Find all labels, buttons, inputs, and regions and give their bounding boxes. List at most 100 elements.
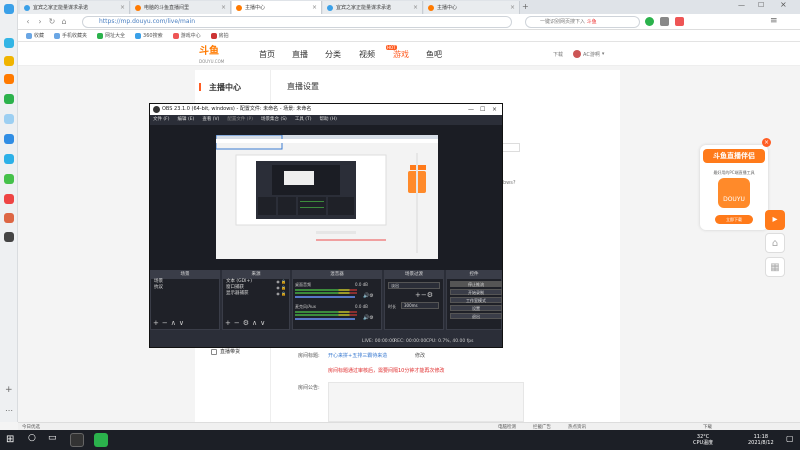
bookmark[interactable]: 360搜索	[135, 32, 163, 39]
promo-image: DOUYU	[718, 178, 750, 208]
edit-link[interactable]: 修改	[415, 352, 425, 359]
windows-start-icon[interactable]: ⊞	[6, 434, 18, 446]
refresh-icon[interactable]: ↻	[46, 17, 58, 26]
close-icon[interactable]: ×	[221, 4, 226, 11]
sidebar-app-icon[interactable]	[4, 134, 14, 144]
download-button[interactable]: 立即下载	[715, 215, 753, 224]
browser-tab[interactable]: 宜宾之家正能量谋求承诺 ×	[323, 1, 423, 14]
nav-fishbar[interactable]: 鱼吧	[426, 49, 442, 60]
settings-button[interactable]: 设置	[450, 305, 502, 311]
nav-category[interactable]: 分类	[325, 49, 341, 60]
play-circle-icon[interactable]: ▸	[765, 210, 785, 230]
new-tab-button[interactable]: +	[522, 2, 529, 11]
clock[interactable]: 11:18 2021/8/12	[748, 434, 774, 446]
menu-edit[interactable]: 编辑 (E)	[178, 115, 195, 125]
sidebar-app-icon[interactable]	[4, 232, 14, 242]
sidebar-app-icon[interactable]	[4, 154, 14, 164]
menu-view[interactable]: 查看 (V)	[202, 115, 219, 125]
duration-input[interactable]: 300ms	[401, 302, 439, 309]
nav-game[interactable]: 游戏	[393, 49, 409, 60]
bookmark[interactable]: 房拍	[210, 32, 229, 39]
extension-icon[interactable]	[645, 17, 654, 26]
close-icon[interactable]: ×	[762, 138, 771, 147]
close-button[interactable]: ×	[492, 104, 497, 115]
bookmark[interactable]: 网址大全	[97, 32, 125, 39]
sidebar-app-icon[interactable]	[4, 94, 14, 104]
sidebar-app-icon[interactable]	[4, 56, 14, 66]
minimize-button[interactable]: —	[468, 104, 474, 115]
maximize-button[interactable]: ☐	[480, 104, 485, 115]
obs-app-icon[interactable]	[70, 433, 84, 447]
qr-icon[interactable]: ▦	[765, 257, 785, 277]
volume-slider[interactable]	[295, 318, 355, 320]
maximize-button[interactable]: ☐	[758, 1, 764, 9]
announcement-textarea[interactable]	[328, 382, 524, 422]
volume-slider[interactable]	[295, 296, 355, 298]
sidebar-app-icon[interactable]	[4, 38, 14, 48]
menu-profile[interactable]: 配置文件 (P)	[227, 115, 253, 125]
sidebar-item-live-shopping[interactable]: 直播带货	[211, 348, 240, 355]
browser-tab[interactable]: 主播中心 ×	[232, 1, 322, 14]
exit-button[interactable]: 退出	[450, 313, 502, 319]
sidebar-app-icon[interactable]	[4, 114, 14, 124]
bookmark[interactable]: 手机收藏夹	[54, 32, 87, 39]
menu-icon[interactable]: ≡	[770, 16, 778, 26]
sidebar-app-icon[interactable]	[4, 213, 14, 223]
notification-icon[interactable]: ▢	[786, 434, 794, 443]
sidebar-title[interactable]: 主播中心	[209, 82, 241, 93]
stop-streaming-button[interactable]: 停止推流	[450, 281, 502, 287]
user-menu[interactable]: AC游啊 ▾	[573, 50, 604, 58]
download-link[interactable]: 下载	[553, 51, 563, 58]
close-window-button[interactable]: ×	[780, 0, 787, 9]
transition-select[interactable]: 淡出	[388, 282, 440, 289]
nav-video[interactable]: 视频	[359, 49, 375, 60]
extension-icon[interactable]	[660, 17, 669, 26]
back-icon[interactable]: ‹	[22, 17, 34, 26]
extension-icon[interactable]	[675, 17, 684, 26]
menu-file[interactable]: 文件 (F)	[153, 115, 170, 125]
close-icon[interactable]: ×	[312, 4, 317, 11]
start-recording-button[interactable]: 开始录制	[450, 289, 502, 295]
search-input[interactable]: 一键识别网页搜下入 斗鱼	[525, 16, 640, 28]
speaker-icon[interactable]: 🔊⚙	[363, 293, 374, 299]
menu-tools[interactable]: 工具 (T)	[295, 115, 312, 125]
search-icon[interactable]: ○	[28, 433, 36, 443]
studio-mode-button[interactable]: 工作室模式	[450, 297, 502, 303]
minimize-button[interactable]: —	[738, 1, 745, 9]
nav-home[interactable]: 首页	[259, 49, 275, 60]
browser-logo-icon[interactable]	[4, 4, 14, 14]
home-icon[interactable]: ⌂	[765, 233, 785, 253]
menu-scene-collection[interactable]: 场景集合 (S)	[261, 115, 287, 125]
promo-card[interactable]: 斗鱼直播伴侣 最好用的PC端直播工具 DOUYU 立即下载	[700, 145, 768, 230]
browser-tab[interactable]: 主播中心 ×	[424, 1, 520, 14]
sidebar-app-icon[interactable]	[4, 174, 14, 184]
browser-tab[interactable]: 宜宾之家正能量谋求承诺 ×	[20, 1, 130, 14]
add-remove-buttons[interactable]: +−⚙	[415, 291, 433, 299]
bookmark[interactable]: 收藏	[26, 32, 44, 39]
more-icon[interactable]: ⋯	[5, 406, 13, 415]
nav-live[interactable]: 直播	[292, 49, 308, 60]
douyu-logo[interactable]: 斗鱼 DOUYU.COM	[199, 47, 239, 65]
forward-icon[interactable]: ›	[34, 17, 46, 26]
scene-toolbar[interactable]: +−∧∨	[153, 319, 187, 327]
home-icon[interactable]: ⌂	[58, 17, 70, 26]
sidebar-app-icon[interactable]	[4, 74, 14, 84]
scene-item[interactable]: 抗议	[151, 285, 219, 291]
source-toolbar[interactable]: +−⚙∧∨	[225, 319, 268, 327]
eye-icon[interactable]: ◉ 🔒	[276, 291, 286, 297]
source-item[interactable]: 显示器捕获 ◉ 🔒	[223, 291, 289, 297]
close-icon[interactable]: ×	[120, 4, 125, 11]
browser-tab[interactable]: 电脑的斗鱼直播间里 ×	[131, 1, 231, 14]
task-view-icon[interactable]: ▭	[48, 433, 57, 443]
url-input[interactable]: https://mp.douyu.com/live/main	[82, 16, 512, 28]
obs-preview[interactable]	[150, 125, 502, 270]
add-icon[interactable]: +	[5, 385, 13, 395]
sidebar-app-icon[interactable]	[4, 194, 14, 204]
transitions-dock: 场景过渡 淡出 +−⚙ 时长 300ms	[384, 270, 444, 330]
close-icon[interactable]: ×	[510, 4, 515, 11]
browser-app-icon[interactable]	[94, 433, 108, 447]
bookmark[interactable]: 游戏中心	[172, 32, 201, 39]
close-icon[interactable]: ×	[413, 4, 418, 11]
speaker-icon[interactable]: 🔊⚙	[363, 315, 374, 321]
menu-help[interactable]: 帮助 (H)	[320, 115, 337, 125]
